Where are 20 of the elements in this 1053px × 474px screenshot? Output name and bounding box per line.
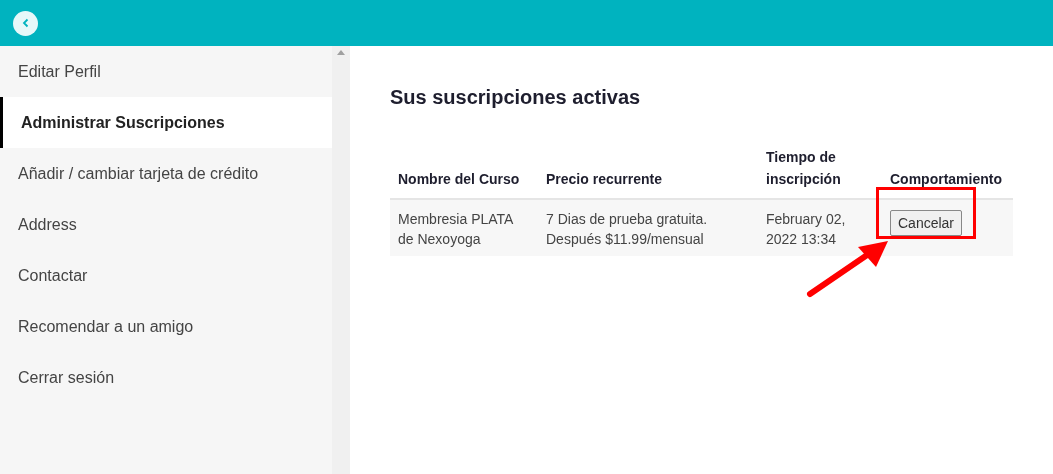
page-title: Sus suscripciones activas: [390, 85, 642, 110]
column-header: Comportamiento: [890, 171, 1002, 187]
table-cell: Membresia PLATA de Nexoyoga: [398, 211, 513, 247]
sidebar-item[interactable]: Address: [0, 199, 332, 250]
cancel-button[interactable]: Cancelar: [890, 210, 963, 236]
sidebar-item[interactable]: Editar Perfil: [0, 46, 332, 97]
sidebar-item[interactable]: Cerrar sesión: [0, 352, 332, 403]
back-button[interactable]: [13, 10, 38, 36]
scrollbar[interactable]: [332, 46, 350, 474]
table-cell: February 02, 2022 13:34: [766, 211, 846, 247]
column-header: Nombre del Curso: [398, 171, 520, 187]
scroll-up-arrow-icon[interactable]: [337, 50, 345, 55]
sidebar-item[interactable]: Administrar Suscripciones: [0, 97, 332, 148]
sidebar-item[interactable]: Añadir / cambiar tarjeta de crédito: [0, 148, 332, 199]
sidebar-item[interactable]: Contactar: [0, 250, 332, 301]
chevron-left-icon: [20, 18, 31, 28]
table-cell: 7 Dias de prueba gratuita. Después $11.99/mensual: [546, 211, 708, 247]
sidebar-item[interactable]: Recomendar a un amigo: [0, 301, 332, 352]
column-header: Precio recurrente: [546, 171, 662, 187]
column-header: Tiempo de inscripción: [766, 149, 841, 187]
